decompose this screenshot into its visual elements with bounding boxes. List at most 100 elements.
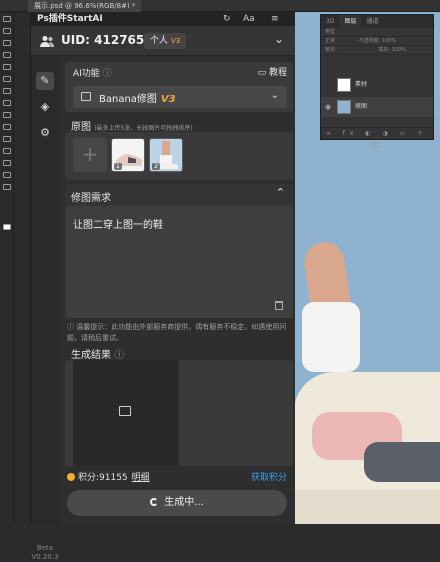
source-label: 原图 (最多上传5张，长按图片可拖拽排序) (71, 118, 193, 133)
edit-icon[interactable]: ✎ (36, 72, 54, 90)
type-tool-icon[interactable] (3, 136, 11, 142)
add-image-button[interactable]: + (73, 138, 107, 172)
document-tab-strip: 展示.psd @ 96.6%(RGB/8#) * (0, 0, 440, 12)
plugin-content: AI功能 ⓘ ▭ 教程 Banana修图 V3 ⌄ 原图 (最多上传5张，长按图片… (59, 56, 295, 524)
plan-badge[interactable]: 个人 V3 (144, 33, 187, 49)
result-label: 生成结果 ⓘ (71, 346, 124, 361)
get-credit-link[interactable]: 获取积分 (251, 470, 287, 483)
canvas-shoe (294, 372, 440, 524)
tip-body: 温馨提示：此功能由外部服务商提供，偶有服务不稳定，如遇使用问题，请稍后重试。 (67, 323, 287, 342)
generate-label: 生成中... (164, 497, 204, 508)
generate-button[interactable]: 生成中... (67, 490, 287, 516)
image-icon (81, 92, 91, 101)
thumbnail-number: 1 (114, 163, 122, 170)
layer-thumbnail (337, 78, 351, 92)
request-label: 修图需求 (71, 193, 111, 204)
tab-channels[interactable]: 通道 (361, 15, 383, 28)
request-text: 让图二穿上图一的鞋 (73, 220, 163, 231)
lock-label: 锁定: (325, 47, 337, 53)
account-bar: UID: 4127657838 个人 V3 ⌄ (31, 26, 295, 56)
tab-3d[interactable]: 3D (321, 15, 339, 28)
plugin-title: Ps插件StartAI (37, 14, 103, 24)
layer-row[interactable]: ◉ 原图 (321, 97, 433, 117)
shape-tool-icon[interactable] (3, 160, 11, 166)
shoe-grey-panel (364, 442, 440, 482)
chevron-up-icon[interactable]: ⌃ (276, 186, 285, 199)
version-badge: V3 (160, 94, 176, 105)
pen-tool-icon[interactable] (3, 124, 11, 130)
chevron-down-icon: ⌄ (270, 90, 279, 101)
path-tool-icon[interactable] (3, 148, 11, 154)
layer-row[interactable]: 素材 (321, 75, 433, 95)
opacity-field[interactable]: 不透明度: 100% (359, 38, 397, 44)
startai-plugin-panel: Ps插件StartAI ↻ Aa ≡ UID: 4127657838 个人 V3 … (30, 12, 295, 561)
layer-kind-filter[interactable]: 类型 (321, 28, 433, 37)
settings-gear-icon[interactable]: ⚙ (36, 124, 54, 142)
layer-thumbnail (337, 100, 351, 114)
trash-icon[interactable] (275, 301, 283, 310)
layer-name: 素材 (355, 81, 368, 88)
tab-layers[interactable]: 图层 (339, 15, 362, 28)
credit-value: 积分:91155 (78, 473, 128, 483)
refresh-icon[interactable]: ↻ (223, 12, 231, 26)
version-number: V0.20.3 (31, 553, 59, 561)
request-section: 修图需求 ⌃ 让图二穿上图一的鞋 (65, 184, 293, 318)
layer-name: 原图 (355, 103, 368, 110)
coin-icon (67, 473, 75, 481)
chevron-down-icon[interactable]: ⌄ (274, 32, 284, 46)
layer-kind-label: 类型 (325, 29, 336, 35)
tutorial-link[interactable]: ▭ 教程 (258, 65, 287, 78)
move-tool-icon[interactable] (3, 16, 11, 22)
stamp-tool-icon[interactable] (3, 88, 11, 94)
document-tab[interactable]: 展示.psd @ 96.6%(RGB/8#) * (28, 0, 142, 12)
brush-tool-icon[interactable] (3, 76, 11, 82)
result-image-placeholder[interactable] (73, 360, 179, 466)
selected-function: Banana修图 V3 (99, 90, 176, 105)
info-icon[interactable]: ⓘ (103, 69, 112, 79)
side-rail: ✎ ◈ ⚙ Beta V0.20.3 (31, 56, 59, 561)
ai-function-text: AI功能 (73, 69, 100, 79)
gradient-tool-icon[interactable] (3, 112, 11, 118)
blend-mode-select[interactable]: 正常 (325, 38, 335, 44)
plugin-title-bar: Ps插件StartAI ↻ Aa ≡ (31, 12, 295, 26)
foreground-color-swatch[interactable] (3, 224, 11, 230)
layers-panel-tabs: 3D 图层 通道 (321, 15, 433, 28)
fill-field[interactable]: 填充: 100% (378, 47, 406, 53)
blend-mode-row: 正常 不透明度: 100% (321, 37, 433, 46)
eyedropper-tool-icon[interactable] (3, 64, 11, 70)
lock-row: 锁定: 填充: 100% (321, 46, 433, 55)
plan-label: 个人 (150, 36, 169, 46)
crop-tool-icon[interactable] (3, 52, 11, 58)
eraser-tool-icon[interactable] (3, 100, 11, 106)
eye-icon[interactable]: ◉ (325, 97, 331, 117)
plan-version-badge: V3 (171, 37, 181, 45)
ai-function-label: AI功能 ⓘ (73, 66, 112, 79)
thumbnail-number: 2 (152, 163, 160, 170)
canvas-sock (302, 302, 360, 372)
shoe-sole (294, 490, 440, 524)
tutorial-text: 教程 (268, 68, 287, 78)
request-textarea[interactable]: 让图二穿上图一的鞋 (65, 206, 293, 318)
hand-tool-icon[interactable] (3, 172, 11, 178)
credit-detail-link[interactable]: 明细 (132, 473, 150, 483)
layers-stack-icon[interactable]: ◈ (36, 98, 54, 116)
beta-label: Beta (36, 544, 54, 552)
image-placeholder-icon (119, 406, 131, 416)
source-thumbnail[interactable]: 2 (149, 138, 183, 172)
source-thumbnail[interactable]: 1 (111, 138, 145, 172)
marquee-tool-icon[interactable] (3, 28, 11, 34)
ai-function-select[interactable]: Banana修图 V3 ⌄ (73, 86, 287, 108)
result-area (65, 360, 293, 468)
menu-icon[interactable]: ≡ (271, 12, 279, 26)
select-value: Banana修图 (99, 94, 157, 105)
source-image-tray: + 1 2 (65, 132, 293, 180)
zoom-tool-icon[interactable] (3, 184, 11, 190)
lasso-tool-icon[interactable] (3, 40, 11, 46)
ai-function-section: AI功能 ⓘ ▭ 教程 Banana修图 V3 ⌄ (65, 62, 293, 112)
tip-text: ⓘ 温馨提示：此功能由外部服务商提供，偶有服务不稳定，如遇使用问题，请稍后重试。 (67, 322, 291, 344)
layers-footer-icons[interactable]: ∞ fx ◐ ◑ ▭ ＋ ⌫ (321, 127, 433, 149)
font-size-icon[interactable]: Aa (243, 12, 255, 26)
photoshop-toolbar (0, 12, 14, 524)
info-icon: ⓘ (67, 323, 74, 331)
version-label: Beta V0.20.3 (31, 544, 59, 562)
